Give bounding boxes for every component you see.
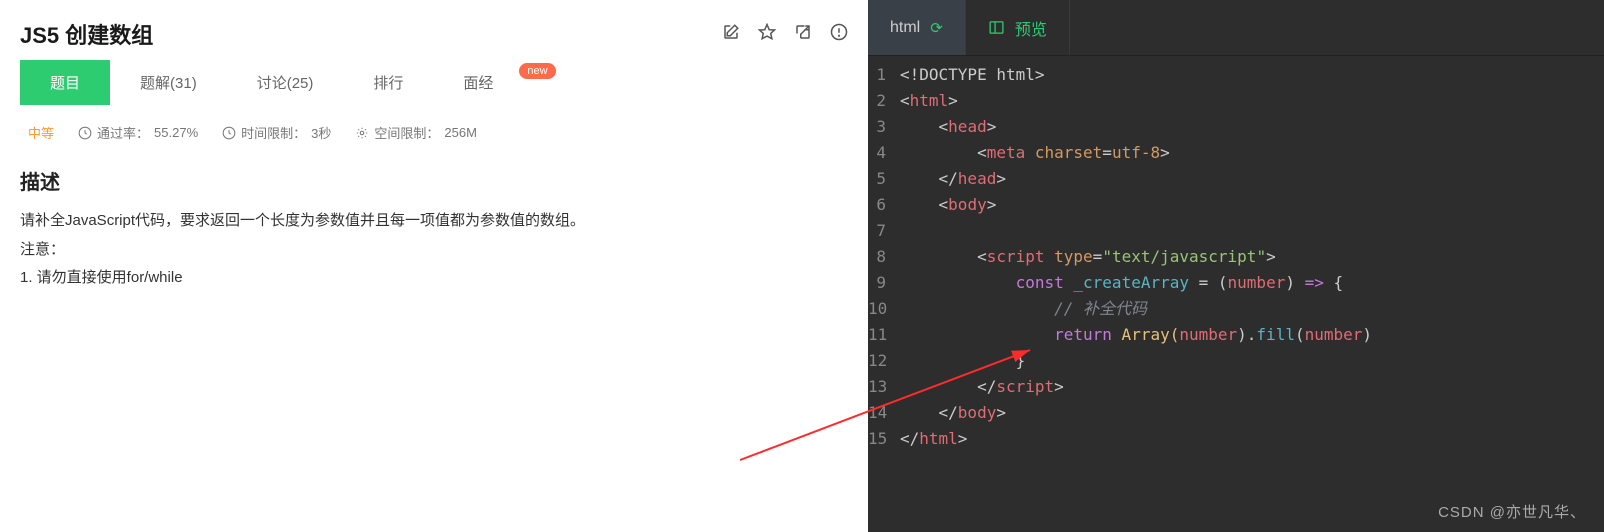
editor-tab-html[interactable]: html ⟳ <box>868 0 966 55</box>
tab-discuss[interactable]: 讨论(25) <box>227 60 344 105</box>
gear-icon <box>355 126 369 140</box>
tab-interview[interactable]: 面经 <box>433 60 523 105</box>
desc-line: 注意： <box>20 236 848 265</box>
pass-rate: 通过率：55.27% <box>78 123 198 142</box>
tab-problem[interactable]: 题目 <box>20 60 110 105</box>
watermark: CSDN @亦世凡华、 <box>1438 501 1586 522</box>
editor-panel: html ⟳ 预览 1<!DOCTYPE html> 2<html> 3 <he… <box>868 0 1604 532</box>
editor-tab-preview[interactable]: 预览 <box>966 0 1070 55</box>
space-limit: 空间限制：256M <box>355 123 477 142</box>
difficulty-label: 中等 <box>28 123 54 142</box>
tab-bar: 题目 题解(31) 讨论(25) 排行 面经 new <box>0 60 868 105</box>
tab-ranking[interactable]: 排行 <box>343 60 433 105</box>
header-row: JS5 创建数组 <box>0 0 868 60</box>
new-badge: new <box>519 63 555 79</box>
time-limit: 时间限制：3秒 <box>222 123 331 142</box>
clock-icon <box>222 126 236 140</box>
edit-icon[interactable] <box>722 23 740 46</box>
tab-solutions[interactable]: 题解(31) <box>110 60 227 105</box>
page-title: JS5 创建数组 <box>20 18 153 50</box>
refresh-icon[interactable]: ⟳ <box>930 19 943 37</box>
share-icon[interactable] <box>794 23 812 46</box>
star-icon[interactable] <box>758 23 776 46</box>
description-body: 请补全JavaScript代码，要求返回一个长度为参数值并且每一项值都为参数值的… <box>0 207 868 293</box>
info-icon[interactable] <box>830 23 848 46</box>
code-editor[interactable]: 1<!DOCTYPE html> 2<html> 3 <head> 4 <met… <box>868 56 1604 532</box>
desc-line: 1. 请勿直接使用for/while <box>20 264 848 293</box>
desc-line: 请补全JavaScript代码，要求返回一个长度为参数值并且每一项值都为参数值的… <box>20 207 848 236</box>
problem-panel: JS5 创建数组 题目 题解(31) 讨论(25) 排行 面经 new 中等 通… <box>0 0 868 532</box>
editor-tab-bar: html ⟳ 预览 <box>868 0 1604 56</box>
header-actions <box>722 23 848 46</box>
meta-row: 中等 通过率：55.27% 时间限制：3秒 空间限制：256M <box>0 105 868 156</box>
clock-icon <box>78 126 92 140</box>
description-heading: 描述 <box>0 156 868 207</box>
layout-icon <box>988 19 1005 36</box>
